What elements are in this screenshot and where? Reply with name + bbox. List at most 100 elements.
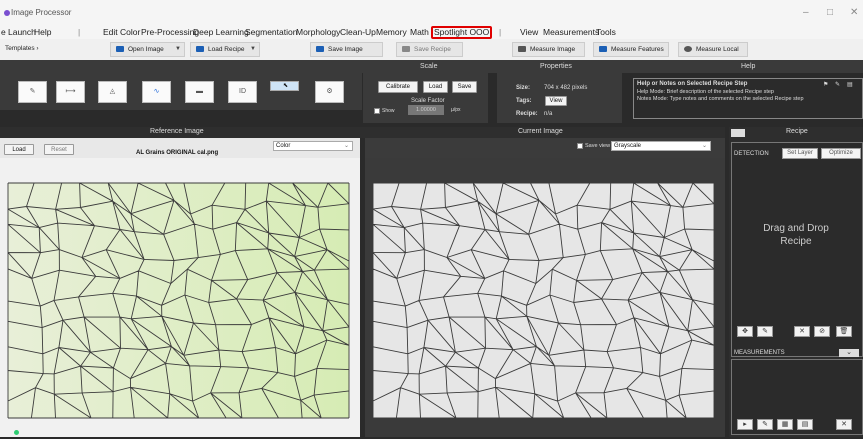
calibrate-button[interactable]: Calibrate [378,81,418,93]
notes-icon[interactable]: ▤ [847,81,853,88]
open-image-button[interactable]: Open Image ▼ [110,42,185,57]
menu-edit[interactable]: Edit [103,27,118,37]
menu-math[interactable]: Math [410,27,429,37]
chevron-down-icon[interactable]: ▼ [175,43,181,56]
menu-segmentation[interactable]: Segmentation [245,27,297,37]
measure-line-tool-icon[interactable]: ⟼ [56,81,85,103]
edit-icon[interactable]: ✎ [835,81,840,88]
recipe-toggle-icon[interactable] [731,129,745,137]
load-recipe-label: Load Recipe [208,46,245,53]
measurement-play-icon[interactable]: ▸ [737,419,753,430]
detection-delete-icon[interactable]: ✕ [794,326,810,337]
measure-image-label: Measure Image [530,46,576,53]
optimize-button[interactable]: Optimize [821,148,861,159]
save-image-label: Save Image [328,46,363,53]
tools-row: ✎ ⟼ ◬ ∿ ▬ ID ⬉ ⚙ [0,73,362,110]
detection-label: DETECTION [734,151,769,157]
save-recipe-label: Save Recipe [414,46,451,53]
detection-edit-icon[interactable]: ✎ [757,326,773,337]
menu-e[interactable]: e [1,27,6,37]
reference-mode-select[interactable]: Color ⌄ [273,141,353,151]
current-image-area[interactable] [365,158,725,437]
help-panel: Help or Notes on Selected Recipe Step He… [633,78,863,119]
size-value: 704 x 482 pixels [544,85,588,91]
menu-deep-learning[interactable]: Deep Learning [193,27,249,37]
scale-unit: µ/px [451,107,461,113]
reference-mode-value: Color [276,143,291,149]
detection-target-icon[interactable]: ✥ [737,326,753,337]
flag-icon[interactable]: ⚑ [823,81,828,88]
edit-icon [402,46,410,52]
help-line-2: Notes Mode: Type notes and comments on t… [637,96,804,102]
menu-color[interactable]: Color [120,27,140,37]
show-checkbox[interactable] [374,108,380,114]
reference-load-button[interactable]: Load [4,144,34,155]
reference-reset-button[interactable]: Reset [44,144,74,155]
chevron-down-icon: ⌄ [701,143,707,149]
menu-spotlight[interactable]: Spotlight OOO [431,26,493,39]
menu-pre-processing[interactable]: Pre-Processing [141,27,199,37]
measurement-edit-icon[interactable]: ✎ [757,419,773,430]
scale-save-button[interactable]: Save [452,81,477,93]
menu-view[interactable]: View [520,27,538,37]
save-recipe-button[interactable]: Save Recipe [396,42,463,57]
minimize-icon[interactable]: – [803,7,809,18]
scale-load-button[interactable]: Load [423,81,448,93]
chevron-down-icon[interactable]: ▼ [250,43,256,56]
tags-view-button[interactable]: View [545,96,567,106]
scale-factor-input[interactable]: 1.00000 [408,105,444,115]
maximize-icon[interactable]: □ [827,7,833,18]
measure-features-button[interactable]: Measure Features [593,42,669,57]
close-icon[interactable]: ✕ [850,7,858,18]
select-tool-icon[interactable]: ⬉ [270,81,299,91]
measurement-grid-icon[interactable]: ▦ [777,419,793,430]
folder-icon [116,46,124,52]
help-header: Help [741,63,756,70]
load-recipe-button[interactable]: Load Recipe ▼ [190,42,260,57]
measurement-list-icon[interactable]: ▤ [797,419,813,430]
size-label: Size: [516,85,531,91]
menu-help[interactable]: Help [34,27,51,37]
measure-local-button[interactable]: Measure Local [678,42,748,57]
help-title: Help or Notes on Selected Recipe Step [637,81,748,87]
pen-tool-icon[interactable]: ✎ [18,81,47,103]
id-tool-icon[interactable]: ID [228,81,257,103]
measurement-delete-icon[interactable]: ✕ [836,419,852,430]
measure-image-button[interactable]: Measure Image [512,42,585,57]
detection-area[interactable] [731,142,863,357]
profile-tool-icon[interactable]: ∿ [142,81,171,103]
scale-factor-label: Scale Factor [411,98,445,104]
detection-trash-icon[interactable]: 🗑 [836,326,852,337]
angle-tool-icon[interactable]: ◬ [98,81,127,103]
menu-measurements[interactable]: Measurements [543,27,599,37]
menu-morphology[interactable]: Morphology [296,27,340,37]
save-image-button[interactable]: Save Image [310,42,383,57]
save-view-label: Save view [585,143,611,149]
current-grain-image [372,182,715,419]
crosshair-icon [684,46,692,52]
open-image-label: Open Image [128,46,164,53]
menu-memory[interactable]: Memory [376,27,407,37]
settings-tool-icon[interactable]: ⚙ [315,81,344,103]
panel-header-row: Scale Properties Help [0,60,863,73]
bar-chart-icon [599,46,607,52]
save-icon [316,46,324,52]
drop-placeholder-line2: Recipe [780,236,812,247]
menu-clean-up[interactable]: Clean-Up [340,27,376,37]
templates-button[interactable]: Templates › [0,42,55,57]
menu-tools[interactable]: Tools [596,27,616,37]
measurements-collapse-icon[interactable]: ⌄ [839,349,859,357]
measure-local-label: Measure Local [696,46,739,53]
eraser-tool-icon[interactable]: ▬ [185,81,214,103]
current-mode-select[interactable]: Grayscale ⌄ [611,141,711,151]
menu-launch[interactable]: Launch [8,27,36,37]
drop-placeholder-line1: Drag and Drop [763,223,829,234]
properties-header: Properties [540,63,572,70]
save-view-checkbox[interactable] [577,143,583,149]
app-logo-icon [4,10,10,16]
detection-block-icon[interactable]: ⊘ [814,326,830,337]
reference-grain-image [7,182,350,419]
scale-header: Scale [420,63,438,70]
reference-image-area[interactable] [0,158,360,437]
set-layer-button[interactable]: Set Layer [782,148,818,159]
